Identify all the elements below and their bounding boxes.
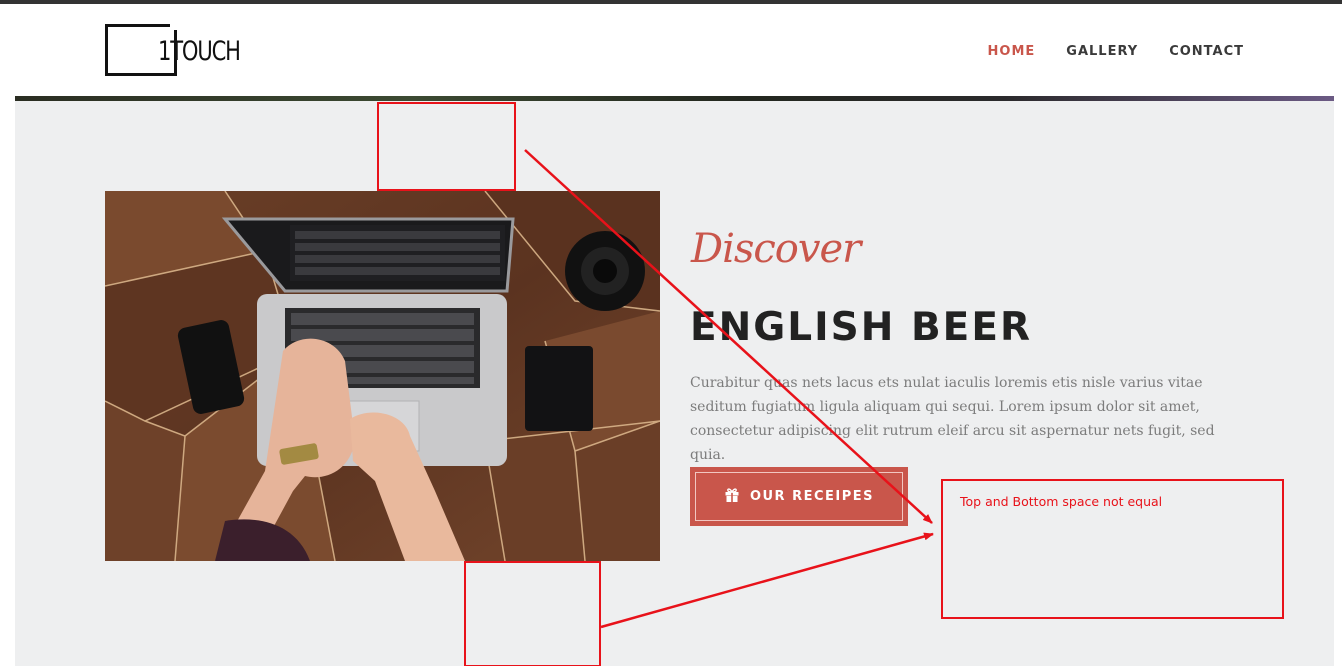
hero-script-title: Discover xyxy=(691,226,861,272)
hero-title: ENGLISH BEER xyxy=(690,305,1032,350)
site-logo[interactable]: 1TOUCH xyxy=(104,22,244,78)
annotation-bottom-gap-box xyxy=(464,561,601,666)
nav-contact[interactable]: CONTACT xyxy=(1169,44,1244,59)
laptop-desk-illustration xyxy=(105,191,660,561)
gift-icon xyxy=(724,487,740,506)
our-receipes-button[interactable]: OUR RECEIPES xyxy=(690,467,908,526)
annotation-top-gap-box xyxy=(377,102,516,191)
logo-text: 1TOUCH xyxy=(158,36,241,67)
nav-gallery[interactable]: GALLERY xyxy=(1066,44,1138,59)
cta-label: OUR RECEIPES xyxy=(749,489,875,504)
nav-home[interactable]: HOME xyxy=(988,44,1036,59)
site-header: 1TOUCH HOME GALLERY CONTACT xyxy=(0,4,1342,96)
hero-description: Curabitur quas nets lacus ets nulat iacu… xyxy=(690,375,1215,463)
main-nav: HOME GALLERY CONTACT xyxy=(988,44,1244,59)
hero-image xyxy=(105,191,660,561)
annotation-note: Top and Bottom space not equal xyxy=(960,494,1163,509)
